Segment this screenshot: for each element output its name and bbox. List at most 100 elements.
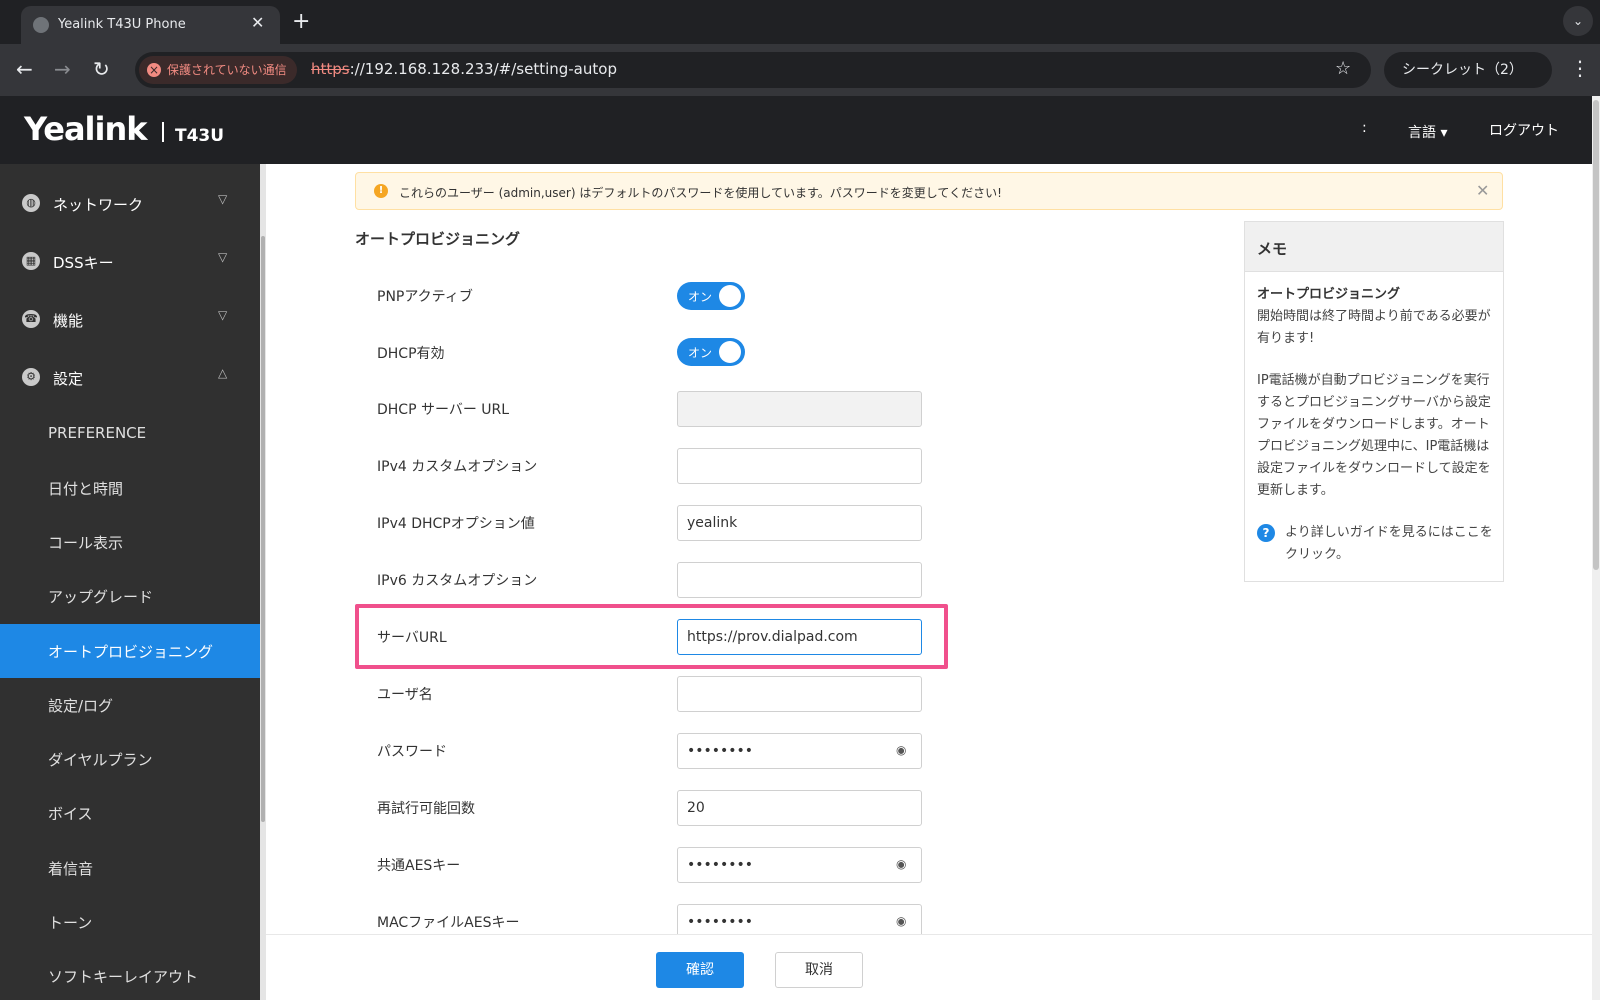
sidebar-item-config-log[interactable]: 設定/ログ: [0, 678, 260, 732]
sidebar-item-call-display[interactable]: コール表示: [0, 515, 260, 569]
model-name: T43U: [175, 126, 225, 146]
header-colon: :: [1362, 120, 1367, 136]
field-label-retry-count: 再試行可能回数: [377, 801, 475, 817]
incognito-label: シークレット（2）: [1402, 62, 1523, 78]
sidebar-item-label: オートプロビジョニング: [48, 643, 214, 661]
field-label-dhcp: DHCP有効: [377, 346, 445, 362]
field-label-pnp: PNPアクティブ: [377, 289, 473, 305]
dhcp-toggle[interactable]: オン: [677, 338, 745, 366]
toggle-knob: [719, 341, 741, 363]
back-icon[interactable]: ←: [16, 57, 33, 81]
sidebar-item-tones[interactable]: トーン: [0, 895, 260, 949]
ipv4-custom-option-field[interactable]: [677, 448, 922, 484]
chevron-down-icon[interactable]: ⌄: [1563, 6, 1593, 36]
tab-title: Yealink T43U Phone: [58, 17, 186, 32]
sidebar-item-label: アップグレード: [48, 588, 154, 606]
retry-count-field[interactable]: 20: [677, 790, 922, 826]
browser-toolbar: ← → ↻ 保護されていない通信 https://192.168.128.233…: [0, 44, 1600, 96]
memo-text: IP電話機が自動プロビジョニングを実行するとプロビジョニングサーバから設定ファイ…: [1257, 373, 1491, 498]
cancel-button[interactable]: 取消: [775, 952, 863, 988]
sidebar-section-label: ネットワーク: [53, 196, 144, 214]
close-icon[interactable]: ✕: [251, 13, 264, 32]
sidebar-section-label: 設定: [53, 370, 84, 388]
sidebar-item-label: 日付と時間: [48, 480, 124, 498]
star-icon[interactable]: ☆: [1335, 58, 1351, 79]
memo-text: 開始時間は終了時間より前である必要が有ります!: [1257, 309, 1491, 346]
sidebar-item-voice[interactable]: ボイス: [0, 786, 260, 840]
reload-icon[interactable]: ↻: [93, 57, 110, 81]
grid-icon: ▦: [22, 252, 40, 270]
language-menu[interactable]: 言語 ▾: [1408, 122, 1447, 142]
sidebar-item-label: 着信音: [48, 860, 94, 878]
eye-icon[interactable]: ◉: [896, 743, 906, 757]
sidebar-item-label: 設定/ログ: [48, 697, 114, 715]
help-icon: ?: [1257, 524, 1275, 542]
ipv6-custom-option-field[interactable]: [677, 562, 922, 598]
field-label-dhcp-server-url: DHCP サーバー URL: [377, 402, 510, 418]
username-field[interactable]: [677, 676, 922, 712]
toggle-label: オン: [688, 290, 713, 304]
sidebar-item-label: ダイヤルプラン: [48, 751, 153, 769]
sidebar-item-label: ボイス: [48, 805, 93, 823]
field-label-ipv6-custom-option: IPv6 カスタムオプション: [377, 573, 538, 589]
new-tab-button[interactable]: +: [292, 9, 310, 34]
sidebar-item-ringtone[interactable]: 着信音: [0, 841, 260, 895]
eye-icon[interactable]: ◉: [896, 914, 906, 928]
eye-icon[interactable]: ◉: [896, 857, 906, 871]
browser-tab[interactable]: Yealink T43U Phone ✕: [21, 6, 280, 44]
sidebar-item-autoprovisioning[interactable]: オートプロビジョニング: [0, 624, 260, 678]
toggle-knob: [719, 285, 741, 307]
memo-help-text: より詳しいガイドを見るにはここをクリック。: [1285, 525, 1493, 562]
field-label-ipv4-dhcp-option-value: IPv4 DHCPオプション値: [377, 516, 535, 532]
dhcp-server-url-field: [677, 391, 922, 427]
pnp-toggle[interactable]: オン: [677, 282, 745, 310]
field-label-mac-aes-key: MACファイルAESキー: [377, 915, 520, 931]
sidebar-section-features[interactable]: ☎ 機能 ▽: [0, 290, 260, 348]
form-footer: [266, 934, 1592, 1000]
page-scrollbar-thumb[interactable]: [1593, 100, 1599, 570]
server-url-field[interactable]: https://prov.dialpad.com: [677, 619, 922, 655]
more-icon[interactable]: ⋮: [1570, 56, 1590, 80]
field-label-server-url: サーバURL: [377, 630, 447, 646]
sidebar-item-label: トーン: [48, 914, 93, 932]
gear-icon: ⚙: [22, 368, 40, 386]
memo-help-link[interactable]: ? より詳しいガイドを見るにはここをクリック。: [1257, 522, 1493, 566]
toggle-label: オン: [688, 346, 713, 360]
confirm-button[interactable]: 確認: [656, 952, 744, 988]
sidebar-item-dialplan[interactable]: ダイヤルプラン: [0, 732, 260, 786]
chevron-down-icon: ▽: [218, 192, 228, 206]
ipv4-dhcp-option-value-field[interactable]: yealink: [677, 505, 922, 541]
sidebar-item-preference[interactable]: PREFERENCE: [0, 407, 260, 461]
sidebar-scrollbar-thumb[interactable]: [261, 236, 265, 822]
sidebar-section-label: 機能: [53, 312, 84, 330]
memo-body: オートプロビジョニング 開始時間は終了時間より前である必要が有ります! IP電話…: [1257, 284, 1493, 566]
sidebar-item-label: コール表示: [48, 534, 124, 552]
insecure-badge[interactable]: 保護されていない通信: [139, 56, 297, 84]
url-text[interactable]: https://192.168.128.233/#/setting-autop: [311, 60, 617, 78]
sidebar-section-settings[interactable]: ⚙ 設定 △: [0, 348, 260, 406]
password-field[interactable]: ••••••••: [677, 733, 922, 769]
address-bar[interactable]: 保護されていない通信 https://192.168.128.233/#/set…: [135, 52, 1371, 88]
sidebar-section-dss[interactable]: ▦ DSSキー ▽: [0, 232, 260, 290]
sidebar-item-label: ソフトキーレイアウト: [48, 968, 199, 986]
default-password-warning: ! これらのユーザー (admin,user) はデフォルトのパスワードを使用し…: [355, 172, 1503, 210]
brand-logo: Yealink: [24, 110, 148, 148]
sidebar-item-softkey-layout[interactable]: ソフトキーレイアウト: [0, 949, 260, 1003]
sidebar-section-network[interactable]: ◍ ネットワーク ▽: [0, 174, 260, 232]
warning-icon: !: [374, 184, 388, 198]
memo-title: メモ: [1245, 222, 1503, 272]
common-aes-key-field[interactable]: ••••••••: [677, 847, 922, 883]
brand-divider: [162, 122, 164, 142]
phone-icon: ☎: [22, 310, 40, 328]
sidebar-item-datetime[interactable]: 日付と時間: [0, 461, 260, 515]
forward-icon[interactable]: →: [54, 57, 71, 81]
sidebar-item-upgrade[interactable]: アップグレード: [0, 569, 260, 623]
globe-icon: [33, 17, 49, 33]
incognito-button[interactable]: シークレット（2）: [1384, 52, 1552, 88]
sidebar-section-label: DSSキー: [53, 254, 114, 272]
url-scheme: https: [311, 60, 350, 78]
chevron-up-icon: △: [218, 366, 228, 380]
memo-panel: メモ オートプロビジョニング 開始時間は終了時間より前である必要が有ります! I…: [1244, 221, 1504, 582]
logout-link[interactable]: ログアウト: [1489, 120, 1559, 140]
close-icon[interactable]: ✕: [1476, 181, 1489, 200]
